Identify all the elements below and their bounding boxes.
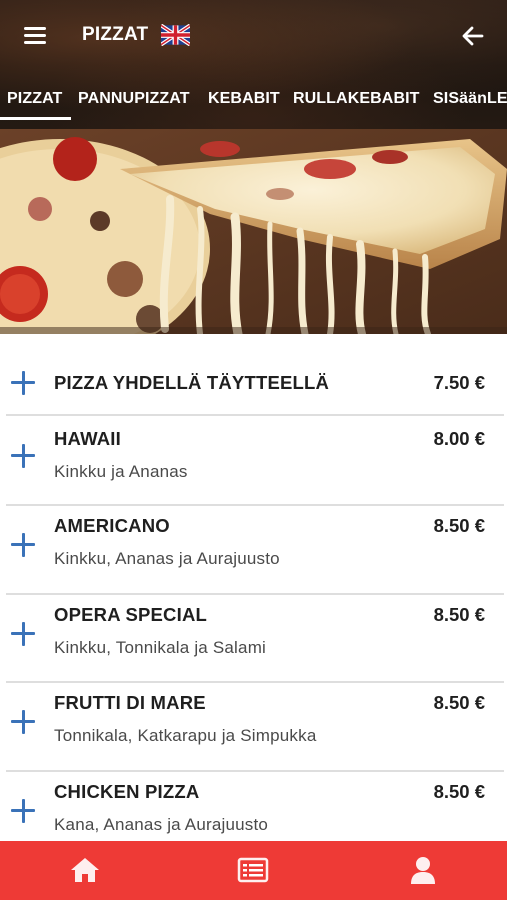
list-item[interactable]: AMERICANO Kinkku, Ananas ja Aurajuusto 8… <box>0 505 507 593</box>
list-item[interactable]: OPERA SPECIAL Kinkku, Tonnikala ja Salam… <box>0 594 507 682</box>
hamburger-menu-icon[interactable] <box>20 22 50 50</box>
item-name: OPERA SPECIAL <box>54 604 208 625</box>
item-description: Kinkku, Ananas ja Aurajuusto <box>54 549 280 568</box>
plus-icon[interactable] <box>8 530 38 560</box>
item-name: HAWAII <box>54 428 121 449</box>
item-price: 8.50 € <box>433 692 485 713</box>
category-tabs: PIZZAT PANNUPIZZAT KEBABIT RULLAKEBABIT … <box>0 84 507 124</box>
hero-pizza-image <box>0 129 507 334</box>
uk-flag-icon[interactable] <box>159 23 192 47</box>
item-description: Tonnikala, Katkarapu ja Simpukka <box>54 726 317 745</box>
item-price: 8.50 € <box>433 515 485 536</box>
item-name: PIZZA YHDELLÄ TÄYTTEELLÄ <box>54 372 330 393</box>
list-item[interactable]: HAWAII Kinkku ja Ananas 8.00 € <box>0 416 507 504</box>
plus-icon[interactable] <box>8 368 38 398</box>
item-price: 7.50 € <box>433 372 485 393</box>
top-bar: PIZZAT <box>0 0 507 72</box>
list-item[interactable]: PIZZA YHDELLÄ TÄYTTEELLÄ 7.50 € <box>0 358 507 414</box>
tab-sisaanle[interactable]: SISäänLE <box>433 90 507 108</box>
plus-icon[interactable] <box>8 441 38 471</box>
item-description: Kinkku, Tonnikala ja Salami <box>54 638 267 657</box>
tab-pizzat[interactable]: PIZZAT <box>7 90 62 108</box>
item-name: CHICKEN PIZZA <box>54 781 200 802</box>
list-item[interactable]: FRUTTI DI MARE Tonnikala, Katkarapu ja S… <box>0 682 507 770</box>
active-tab-indicator <box>0 117 71 120</box>
item-description: Kinkku ja Ananas <box>54 462 188 481</box>
item-name: FRUTTI DI MARE <box>54 692 206 713</box>
list-item[interactable]: CHICKEN PIZZA Kana, Ananas ja Aurajuusto… <box>0 771 507 841</box>
item-price: 8.50 € <box>433 781 485 802</box>
tab-kebabit[interactable]: KEBABIT <box>208 90 280 108</box>
page-title: PIZZAT <box>82 24 149 45</box>
user-icon[interactable] <box>406 854 440 886</box>
home-icon[interactable] <box>68 854 102 886</box>
arrow-left-icon[interactable] <box>458 21 488 51</box>
header: PIZZAT PIZZAT PANNUPIZZAT KEBABIT RULLAK… <box>0 0 507 129</box>
tab-rullakebabit[interactable]: RULLAKEBABIT <box>293 90 420 108</box>
plus-icon[interactable] <box>8 707 38 737</box>
item-description: Kana, Ananas ja Aurajuusto <box>54 815 269 834</box>
plus-icon[interactable] <box>8 619 38 649</box>
bottom-nav <box>0 841 507 900</box>
menu-list-icon[interactable] <box>236 854 270 886</box>
item-price: 8.50 € <box>433 604 485 625</box>
tab-pannupizzat[interactable]: PANNUPIZZAT <box>78 90 190 108</box>
item-name: AMERICANO <box>54 515 170 536</box>
plus-icon[interactable] <box>8 796 38 826</box>
item-price: 8.00 € <box>433 428 485 449</box>
